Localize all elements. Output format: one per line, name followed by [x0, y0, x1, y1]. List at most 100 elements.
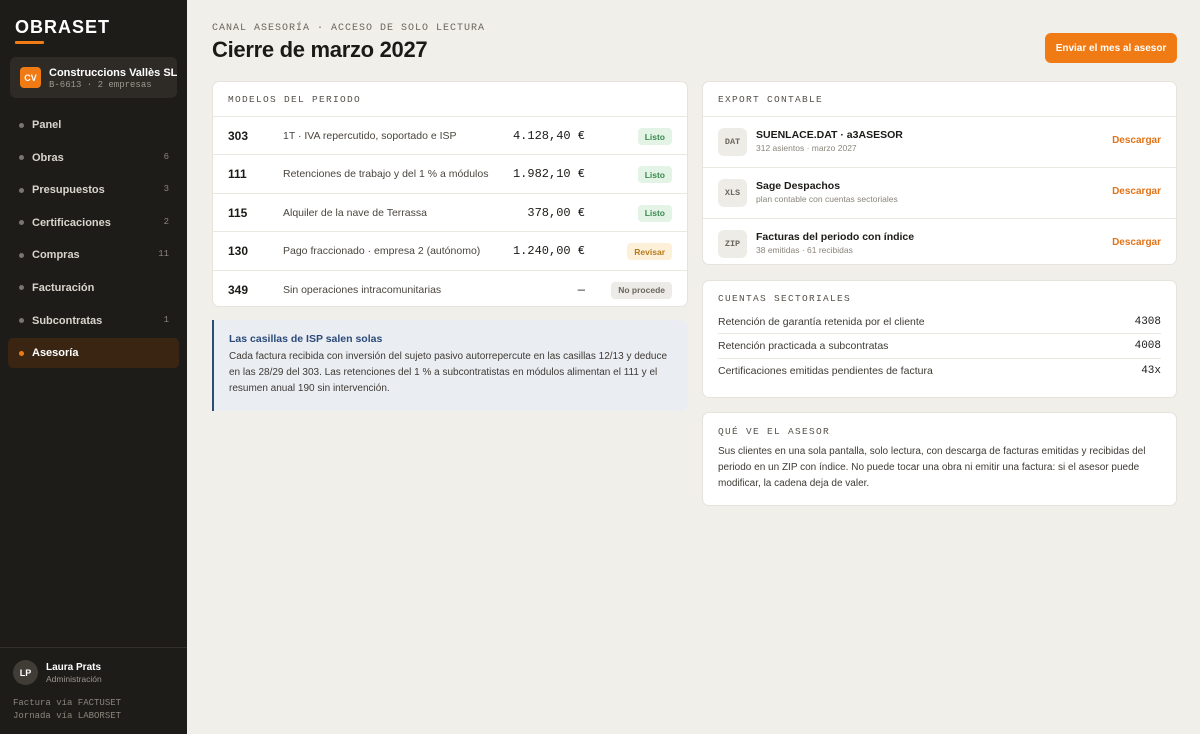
sidebar-item-asesoria[interactable]: Asesoría — [8, 338, 179, 369]
table-row[interactable]: 111 Retenciones de trabajo y del 1 % a m… — [213, 155, 687, 194]
status-badge: No procede — [611, 281, 672, 299]
sidebar-item-count: 11 — [158, 249, 169, 260]
model-amount: 4.128,40 € — [512, 129, 585, 143]
avatar[interactable]: LP — [13, 660, 38, 685]
sidebar-item-label: Subcontratas — [32, 314, 103, 327]
account-value: 4308 — [1134, 316, 1161, 328]
export-name: SUENLACE.DAT · a3ASESOR — [756, 129, 903, 141]
table-row[interactable]: 303 1T · IVA repercutido, soportado e IS… — [213, 117, 687, 156]
company-avatar: CV — [20, 67, 41, 88]
models-card: MODELOS DEL PERIODO 303 1T · IVA repercu… — [212, 81, 688, 307]
zip-file-icon: ZIP — [718, 230, 747, 258]
dat-file-icon: DAT — [718, 128, 747, 156]
model-code: 349 — [228, 282, 249, 297]
export-sub: 312 asientos · marzo 2027 — [756, 143, 857, 153]
export-sub: 38 emitidas · 61 recibidas — [756, 245, 853, 255]
note-title: Las casillas de ISP salen solas — [229, 333, 383, 345]
dot-icon — [19, 318, 24, 324]
account-label: Retención practicada a subcontratas — [718, 340, 889, 353]
models-card-title: MODELOS DEL PERIODO — [228, 94, 362, 105]
sidebar-item-label: Compras — [32, 249, 80, 262]
sidebar-item-presupuestos[interactable]: Presupuestos 3 — [8, 175, 179, 205]
sidebar-item-label: Asesoría — [32, 347, 79, 360]
export-card: EXPORT CONTABLE DAT SUENLACE.DAT · a3ASE… — [702, 81, 1177, 265]
download-link[interactable]: Descargar — [1112, 186, 1161, 197]
sidebar-nav: Panel Obras 6 Presupuestos 3 Certificaci… — [8, 110, 179, 371]
sidebar-item-compras[interactable]: Compras 11 — [8, 240, 179, 270]
dot-icon — [19, 122, 24, 128]
app-logo[interactable]: OBRASET — [15, 17, 110, 38]
sidebar-item-count: 6 — [163, 151, 169, 162]
send-to-advisor-button[interactable]: Enviar el mes al asesor — [1045, 33, 1177, 63]
models-card-header: MODELOS DEL PERIODO — [213, 82, 687, 117]
status-badge: Listo — [637, 128, 672, 145]
list-item: Retención practicada a subcontratas 4008 — [718, 334, 1161, 359]
table-row[interactable]: 115 Alquiler de la nave de Terrassa 378,… — [213, 194, 687, 233]
status-badge: Listo — [637, 204, 672, 222]
isp-info-note: Las casillas de ISP salen solas Cada fac… — [212, 320, 688, 411]
export-name: Sage Despachos — [756, 180, 841, 192]
footer-link-laborset[interactable]: Jornada vía LABORSET — [13, 711, 121, 721]
model-desc: Pago fraccionado · empresa 2 (autónomo) — [283, 245, 481, 258]
company-switcher[interactable]: CV Construccions Vallès SL B-6613 · 2 em… — [10, 57, 177, 98]
model-code: 115 — [228, 205, 248, 220]
advisor-view-card: QUÉ VE EL ASESOR Sus clientes en una sol… — [702, 412, 1177, 506]
sidebar-item-count: 2 — [163, 216, 169, 227]
company-name: Construccions Vallès SL — [49, 67, 178, 79]
sidebar-item-label: Certificaciones — [32, 216, 111, 229]
advisor-view-text: Sus clientes en una sola pantalla, solo … — [718, 446, 1146, 489]
sidebar-item-obras[interactable]: Obras 6 — [8, 143, 179, 173]
table-row[interactable]: 130 Pago fraccionado · empresa 2 (autóno… — [213, 232, 687, 271]
model-desc: Alquiler de la nave de Terrassa — [283, 206, 427, 219]
sector-accounts-card: CUENTAS SECTORIALES Retención de garantí… — [702, 280, 1177, 398]
sidebar-item-certificaciones[interactable]: Certificaciones 2 — [8, 208, 179, 238]
sidebar-item-panel[interactable]: Panel — [8, 110, 179, 140]
model-amount: 1.982,10 € — [512, 167, 585, 182]
model-code: 303 — [228, 129, 249, 143]
model-desc: 1T · IVA repercutido, soportado e ISP — [283, 130, 457, 142]
sidebar-item-count: 3 — [163, 184, 169, 195]
logo-underline — [15, 41, 44, 44]
model-amount: 1.240,00 € — [512, 244, 585, 259]
sidebar-item-label: Facturación — [32, 281, 95, 294]
footer-link-factuset[interactable]: Factura vía FACTUSET — [13, 698, 121, 708]
table-row[interactable]: 349 Sin operaciones intracomunitarias — … — [213, 271, 687, 309]
sidebar-item-label: Presupuestos — [32, 184, 105, 197]
model-code: 111 — [228, 167, 247, 182]
list-item: DAT SUENLACE.DAT · a3ASESOR 312 asientos… — [703, 117, 1176, 168]
list-item: ZIP Facturas del periodo con índice 38 e… — [703, 219, 1176, 270]
account-label: Retención de garantía retenida por el cl… — [718, 316, 925, 328]
list-item: Retención de garantía retenida por el cl… — [718, 310, 1161, 335]
company-sub: B-6613 · 2 empresas — [49, 80, 152, 90]
export-card-title: EXPORT CONTABLE — [718, 94, 824, 105]
sidebar-item-subcontratas[interactable]: Subcontratas 1 — [8, 306, 179, 336]
breadcrumb: CANAL ASESORÍA · ACCESO DE SOLO LECTURA — [212, 23, 486, 34]
note-text: Cada factura recibida con inversión del … — [229, 351, 668, 394]
user-name: Laura Prats — [46, 662, 102, 673]
download-link[interactable]: Descargar — [1112, 237, 1161, 248]
user-role: Administración — [46, 674, 102, 684]
model-amount: 378,00 € — [527, 205, 585, 220]
sidebar-item-facturacion[interactable]: Facturación — [8, 273, 179, 303]
sidebar-item-label: Obras — [32, 151, 64, 164]
account-label: Certificaciones emitidas pendientes de f… — [718, 364, 933, 377]
dot-icon — [19, 187, 24, 193]
export-sub: plan contable con cuentas sectoriales — [756, 194, 898, 204]
status-badge: Revisar — [627, 243, 672, 261]
dot-icon — [19, 252, 24, 258]
dot-icon — [19, 285, 24, 291]
download-link[interactable]: Descargar — [1112, 135, 1161, 146]
model-code: 130 — [228, 244, 249, 259]
sidebar-item-count: 1 — [163, 314, 169, 325]
export-name: Facturas del periodo con índice — [756, 231, 915, 243]
list-item: XLS Sage Despachos plan contable con cue… — [703, 168, 1176, 219]
list-item: Certificaciones emitidas pendientes de f… — [718, 359, 1161, 383]
account-value: 43x — [1141, 364, 1161, 377]
model-desc: Retenciones de trabajo y del 1 % a módul… — [283, 168, 489, 181]
model-amount: — — [577, 282, 585, 297]
sidebar: OBRASET CV Construccions Vallès SL B-661… — [0, 0, 187, 734]
sidebar-footer: LP Laura Prats Administración Factura ví… — [0, 647, 187, 721]
dot-icon — [19, 155, 24, 161]
xls-file-icon: XLS — [718, 179, 747, 207]
advisor-view-title: QUÉ VE EL ASESOR — [718, 426, 831, 437]
